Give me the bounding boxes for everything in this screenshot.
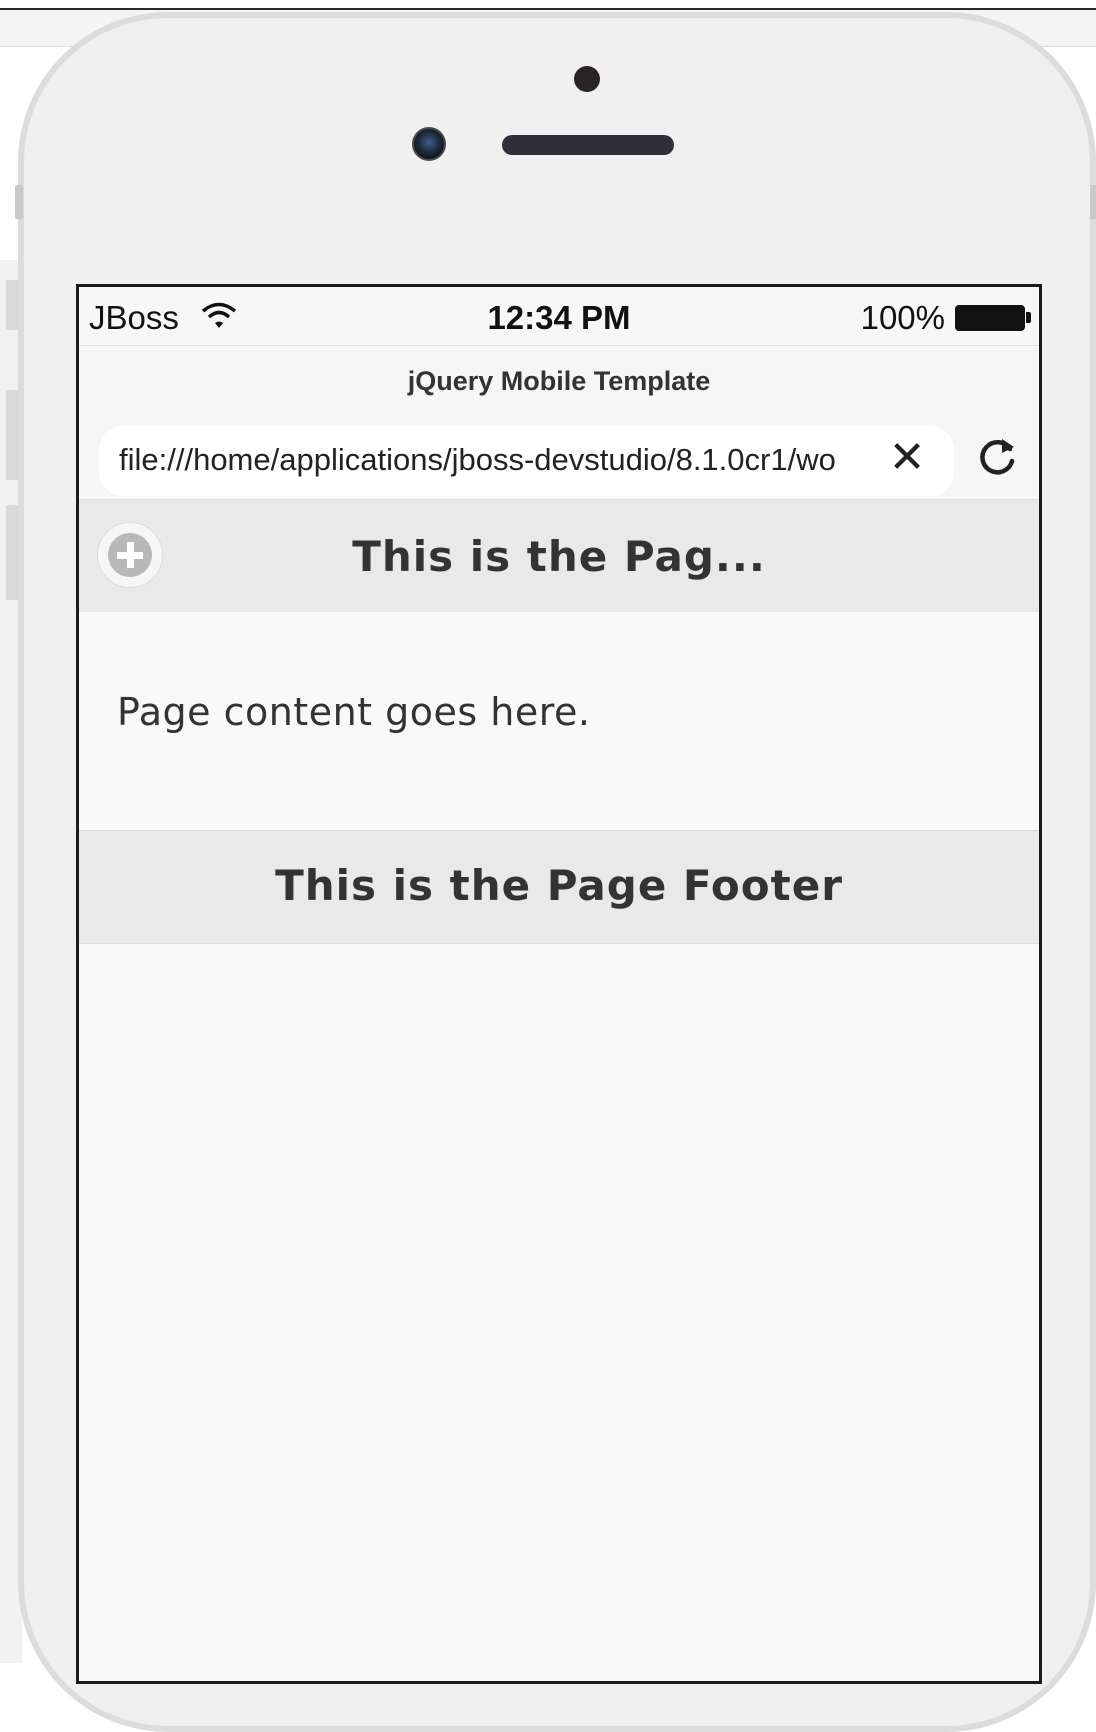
battery-tip	[1026, 312, 1031, 323]
page-header: This is the Pag...	[79, 499, 1039, 613]
page-footer: This is the Page Footer	[79, 830, 1039, 944]
front-camera-icon	[412, 127, 446, 161]
phone-right-button	[1090, 185, 1096, 219]
address-bar[interactable]: file:///home/applications/jboss-devstudi…	[99, 426, 954, 496]
browser-bar: jQuery Mobile Template file:///home/appl…	[79, 346, 1039, 496]
phone-side-button	[15, 185, 23, 219]
footer-title: This is the Page Footer	[275, 861, 843, 910]
proximity-sensor	[574, 66, 600, 92]
reload-icon[interactable]	[974, 429, 1022, 483]
page-title: jQuery Mobile Template	[407, 366, 711, 396]
header-title: This is the Pag...	[352, 532, 766, 581]
window-top-border	[0, 0, 1096, 10]
earpiece-speaker	[502, 135, 674, 155]
close-icon[interactable]: ✕	[887, 436, 927, 480]
page-content: Page content goes here.	[79, 612, 1039, 832]
phone-screen: JBoss 12:34 PM 100% jQuery Mobile Templa…	[76, 284, 1042, 1684]
content-text: Page content goes here.	[117, 690, 591, 734]
status-bar: JBoss 12:34 PM 100%	[79, 287, 1039, 346]
battery-icon	[955, 305, 1025, 331]
battery-percent: 100%	[860, 299, 945, 336]
url-text[interactable]: file:///home/applications/jboss-devstudi…	[119, 442, 885, 478]
